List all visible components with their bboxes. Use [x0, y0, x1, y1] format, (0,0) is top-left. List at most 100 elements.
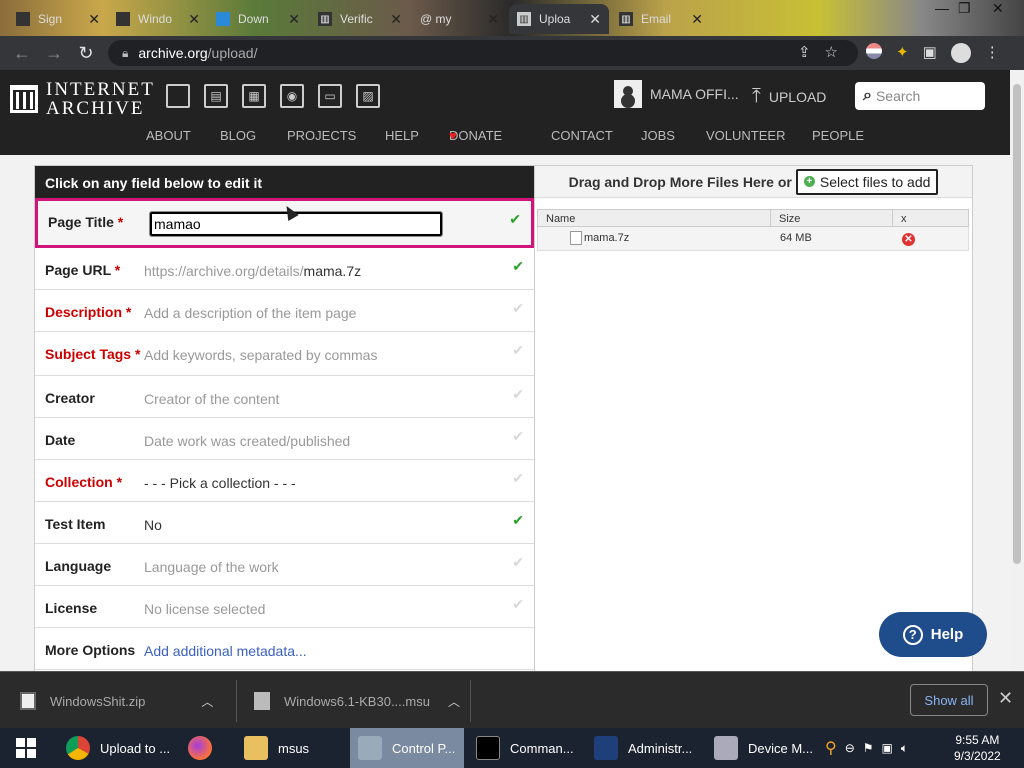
field-value[interactable]: Add keywords, separated by commas — [144, 347, 377, 363]
field-subject-tags[interactable]: Subject Tags * Add keywords, separated b… — [35, 332, 534, 376]
field-page-title[interactable]: Page Title * ✔ — [35, 198, 534, 248]
field-value[interactable]: No — [144, 517, 162, 533]
select-files-button[interactable]: + Select files to add — [795, 168, 939, 195]
taskbar-item-command-prompt[interactable]: Comman... — [470, 728, 584, 768]
taskbar-item-control-panel[interactable]: Control P... — [350, 728, 464, 768]
share-icon[interactable]: ⇪ — [798, 43, 811, 61]
windows-start-icon[interactable] — [16, 738, 36, 758]
tab-email[interactable]: ▥ Email ✕ — [611, 4, 711, 34]
software-icon[interactable]: ▭ — [318, 84, 342, 108]
window-close-icon[interactable]: ✕ — [992, 0, 1004, 17]
nav-help[interactable]: HELP — [385, 128, 419, 143]
close-icon[interactable]: ✕ — [487, 11, 499, 28]
restore-icon[interactable]: ❐ — [958, 0, 971, 17]
nav-contact[interactable]: CONTACT — [551, 128, 613, 143]
nav-projects[interactable]: PROJECTS — [287, 128, 356, 143]
field-value[interactable]: Language of the work — [144, 559, 279, 575]
field-value[interactable]: Creator of the content — [144, 391, 279, 407]
taskbar-item-chrome[interactable]: Upload to ... — [62, 728, 178, 768]
close-icon[interactable]: ✕ — [288, 11, 300, 28]
upload-main: Click on any field below to edit it Page… — [0, 155, 1010, 685]
nav-blog[interactable]: BLOG — [220, 128, 256, 143]
internet-archive-logo[interactable]: INTERNET ARCHIVE — [10, 80, 155, 118]
field-value[interactable]: Date work was created/published — [144, 433, 350, 449]
field-value[interactable]: https://archive.org/details/mama.7z — [144, 263, 361, 279]
page-scrollbar[interactable] — [1010, 70, 1024, 671]
field-license[interactable]: License No license selected ✔ — [35, 586, 534, 628]
close-icon[interactable]: ✕ — [390, 11, 402, 28]
url-input[interactable]: 🔒︎ archive.org/upload/ ⇪ ☆ — [108, 40, 858, 66]
field-label: Description * — [45, 304, 132, 320]
microsoft-icon — [216, 12, 230, 26]
upload-link[interactable]: ⤒ UPLOAD — [752, 85, 826, 108]
back-icon[interactable]: ← — [6, 43, 38, 64]
field-value[interactable]: No license selected — [144, 601, 265, 617]
audio-icon[interactable]: ◉ — [280, 84, 304, 108]
field-collection[interactable]: Collection * - - - Pick a collection - -… — [35, 460, 534, 502]
taskbar-clock[interactable]: 9:55 AM 9/3/2022 — [954, 732, 1001, 764]
taskbar-item-powershell[interactable]: Administr... — [590, 728, 704, 768]
menu-kebab-icon[interactable]: ⋮ — [985, 43, 1000, 63]
nav-about[interactable]: ABOUT — [146, 128, 191, 143]
nav-jobs[interactable]: JOBS — [641, 128, 675, 143]
chevron-up-icon[interactable]: ︿ — [201, 693, 213, 710]
column-name[interactable]: Name — [546, 213, 575, 225]
field-test-item[interactable]: Test Item No ✔ — [35, 502, 534, 544]
search-input[interactable]: ⌕ Search — [855, 82, 985, 110]
close-icon[interactable]: ✕ — [691, 11, 703, 28]
minimize-icon[interactable]: — — [935, 0, 949, 16]
field-value[interactable]: - - - Pick a collection - - - — [144, 475, 296, 491]
taskbar-item-firefox[interactable] — [186, 728, 230, 768]
tab-upload[interactable]: ▥ Uploa ✕ — [509, 4, 609, 34]
web-icon[interactable] — [166, 84, 190, 108]
user-menu[interactable]: MAMA OFFI... — [614, 80, 739, 108]
field-description[interactable]: Description * Add a description of the i… — [35, 290, 534, 332]
video-icon[interactable]: ▦ — [242, 84, 266, 108]
tab-sign[interactable]: Sign ✕ — [8, 4, 108, 34]
close-icon[interactable]: ✕ — [188, 11, 200, 28]
extension-flag-icon[interactable] — [866, 43, 882, 59]
sidebar-icon[interactable]: ▣ — [923, 43, 937, 63]
download-item[interactable]: Windows6.1-KB30....msu ︿ — [254, 682, 460, 720]
field-value[interactable]: Add a description of the item page — [144, 305, 356, 321]
divider — [470, 680, 471, 722]
texts-icon[interactable]: ▤ — [204, 84, 228, 108]
profile-icon[interactable] — [950, 43, 971, 63]
show-all-button[interactable]: Show all — [910, 684, 988, 716]
taskbar-item-msus[interactable]: msus — [238, 728, 338, 768]
close-icon[interactable]: ✕ — [589, 11, 601, 28]
bookmark-star-icon[interactable]: ☆ — [825, 43, 838, 61]
tab-my[interactable]: @ my ✕ — [412, 4, 507, 34]
remove-file-icon[interactable]: ✕ — [902, 233, 915, 246]
field-page-url[interactable]: Page URL * https://archive.org/details/m… — [35, 248, 534, 290]
scrollbar-thumb[interactable] — [1013, 84, 1021, 564]
nav-people[interactable]: PEOPLE — [812, 128, 864, 143]
tab-download[interactable]: Down ✕ — [208, 4, 308, 34]
field-creator[interactable]: Creator Creator of the content ✔ — [35, 376, 534, 418]
volume-icon[interactable]: 🔈︎ — [901, 741, 908, 756]
extensions-puzzle-icon[interactable]: ✦ — [896, 43, 909, 63]
taskbar-item-device-manager[interactable]: Device M... — [710, 728, 824, 768]
field-language[interactable]: Language Language of the work ✔ — [35, 544, 534, 586]
column-size[interactable]: Size — [770, 210, 800, 227]
images-icon[interactable]: ▨ — [356, 84, 380, 108]
download-item[interactable]: WindowsShit.zip ︿ — [20, 682, 213, 720]
close-icon[interactable]: ✕ — [998, 688, 1013, 709]
check-icon: ✔ — [512, 470, 524, 486]
close-icon[interactable]: ✕ — [88, 11, 100, 28]
tab-windows[interactable]: Windo ✕ — [108, 4, 208, 34]
field-label: Subject Tags * — [45, 346, 141, 362]
nav-volunteer[interactable]: VOLUNTEER — [706, 128, 785, 143]
files-panel: Drag and Drop More Files Here or + Select… — [535, 165, 973, 685]
forward-icon[interactable]: → — [38, 43, 70, 64]
flag-icon[interactable]: ⚑ — [863, 741, 874, 755]
reload-icon[interactable]: ↻ — [70, 43, 102, 64]
help-button[interactable]: ? Help — [879, 612, 987, 657]
network-icon[interactable]: ▣ — [882, 741, 893, 755]
tab-verification[interactable]: ▥ Verific ✕ — [310, 4, 410, 34]
chevron-up-icon[interactable]: ︿ — [448, 693, 460, 710]
search-icon[interactable]: ⚲ — [825, 738, 837, 758]
field-date[interactable]: Date Date work was created/published ✔ — [35, 418, 534, 460]
minus-circle-icon[interactable]: ⊖ — [845, 741, 855, 755]
add-metadata-link[interactable]: Add additional metadata... — [144, 643, 307, 659]
